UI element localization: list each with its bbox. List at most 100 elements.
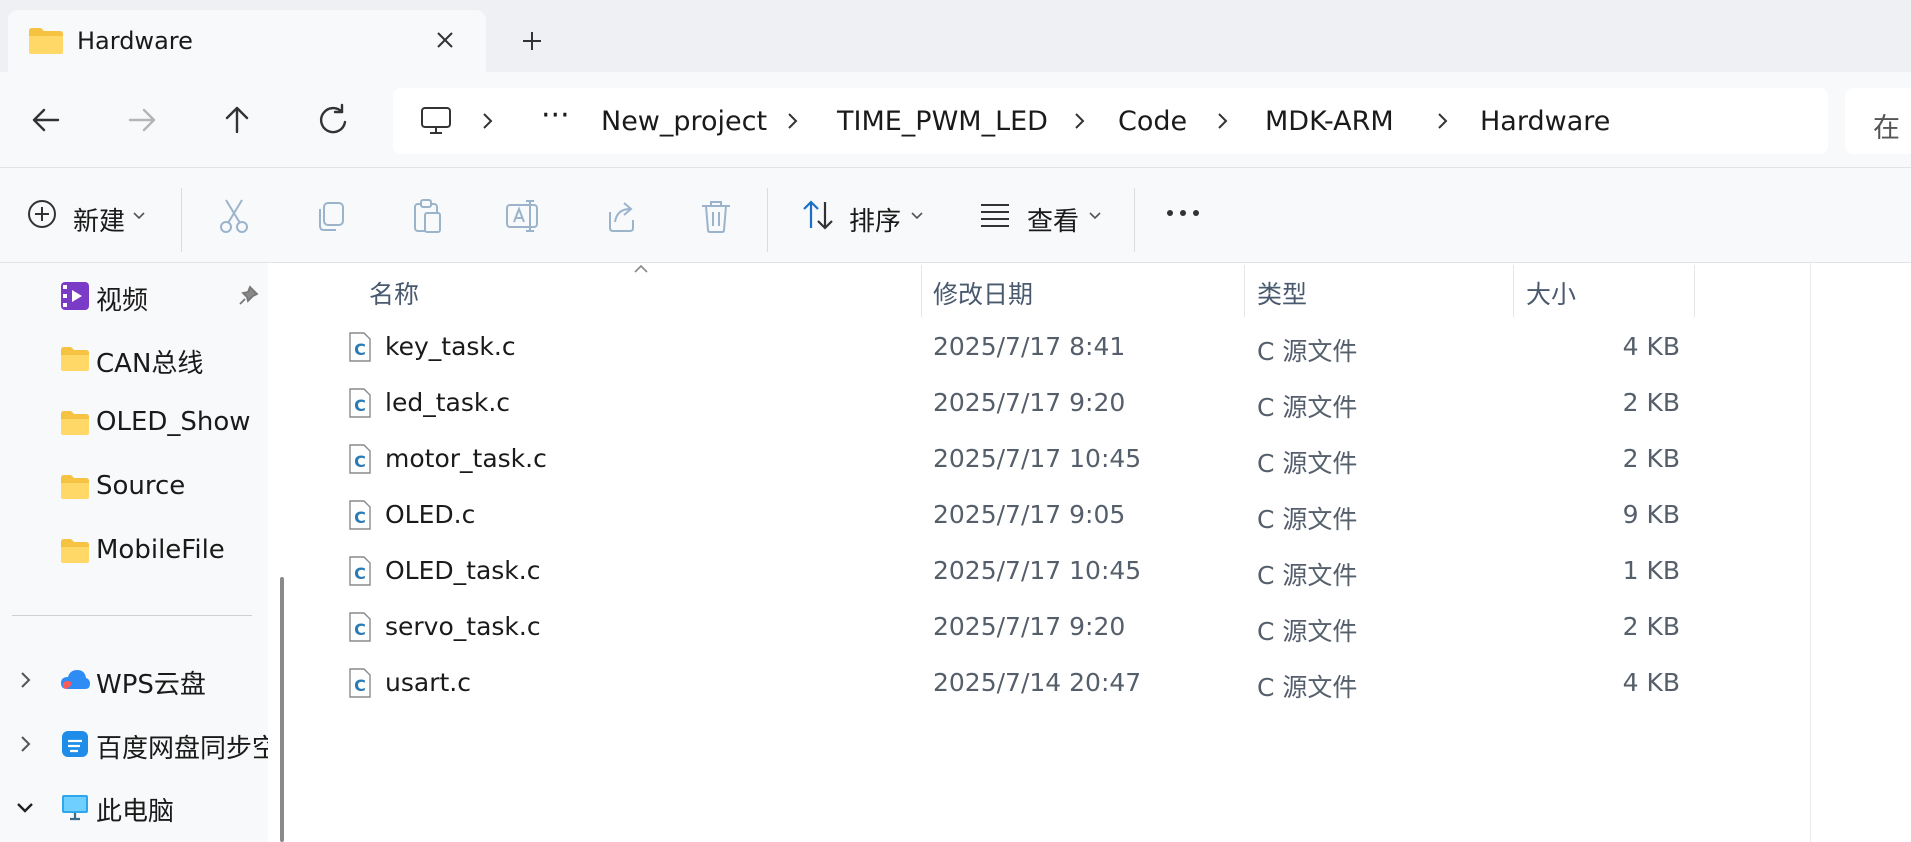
monitor-icon[interactable] — [419, 104, 453, 138]
sidebar-item-source[interactable]: Source — [0, 459, 268, 515]
file-name: motor_task.c — [385, 444, 547, 473]
file-type: C 源文件 — [1257, 673, 1358, 702]
column-type[interactable]: 类型 — [1257, 275, 1307, 311]
sidebar-item-baidu-sync[interactable]: 百度网盘同步空间 — [0, 716, 268, 772]
sort-ascending-icon — [634, 264, 648, 273]
file-modified: 2025/7/17 9:20 — [933, 612, 1126, 641]
more-options-icon[interactable] — [1165, 206, 1201, 220]
command-bar: 新建 排序 查看 — [0, 168, 1911, 263]
table-row[interactable]: C led_task.c 2025/7/17 9:20 C 源文件 2 KB — [302, 375, 1802, 431]
delete-icon[interactable] — [696, 196, 736, 236]
search-input[interactable]: 在 — [1845, 88, 1911, 154]
table-row[interactable]: C OLED.c 2025/7/17 9:05 C 源文件 9 KB — [302, 487, 1802, 543]
arrow-up-icon[interactable] — [215, 98, 259, 142]
share-icon[interactable] — [600, 196, 640, 236]
table-row[interactable]: C servo_task.c 2025/7/17 9:20 C 源文件 2 KB — [302, 599, 1802, 655]
tab-title: Hardware — [77, 27, 193, 55]
file-type: C 源文件 — [1257, 337, 1358, 366]
column-modified[interactable]: 修改日期 — [933, 275, 1033, 311]
column-divider[interactable] — [921, 265, 922, 317]
file-modified: 2025/7/14 20:47 — [933, 668, 1142, 697]
file-type: C 源文件 — [1257, 561, 1358, 590]
breadcrumb-overflow[interactable]: ··· — [541, 98, 570, 133]
c-file-icon: C — [349, 332, 371, 362]
pin-icon[interactable] — [236, 284, 260, 308]
file-list: 名称 修改日期 类型 大小 C key_task.c 2025/7/17 8:4… — [302, 263, 1911, 842]
column-divider[interactable] — [1244, 265, 1245, 317]
search-placeholder: 在 — [1873, 113, 1900, 144]
chevron-right-icon[interactable] — [1068, 110, 1090, 132]
chevron-right-icon[interactable] — [1431, 110, 1453, 132]
table-row[interactable]: C usart.c 2025/7/14 20:47 C 源文件 4 KB — [302, 655, 1802, 711]
sort-button[interactable]: 排序 — [792, 184, 927, 248]
breadcrumb-hardware[interactable]: Hardware — [1480, 106, 1610, 137]
sidebar-item-oled-show[interactable]: OLED_Show — [0, 395, 268, 451]
file-name: usart.c — [385, 668, 471, 697]
table-row[interactable]: C OLED_task.c 2025/7/17 10:45 C 源文件 1 KB — [302, 543, 1802, 599]
file-size: 9 KB — [1622, 500, 1680, 529]
sidebar-item-videos[interactable]: 视频 — [0, 268, 268, 324]
sidebar-item-label: CAN总线 — [96, 349, 204, 379]
paste-icon[interactable] — [407, 196, 447, 236]
rename-icon[interactable] — [503, 196, 543, 236]
file-size: 1 KB — [1622, 556, 1680, 585]
chevron-right-icon[interactable] — [476, 110, 498, 132]
view-button[interactable]: 查看 — [972, 184, 1107, 248]
chevron-right-icon[interactable] — [14, 669, 36, 691]
column-divider[interactable] — [1513, 265, 1514, 317]
cut-icon[interactable] — [214, 196, 254, 236]
chevron-right-icon[interactable] — [781, 110, 803, 132]
file-type: C 源文件 — [1257, 449, 1358, 478]
column-name[interactable]: 名称 — [369, 275, 419, 311]
column-size[interactable]: 大小 — [1526, 275, 1576, 311]
arrow-left-icon[interactable] — [24, 98, 68, 142]
svg-text:C: C — [354, 452, 366, 471]
chevron-right-icon[interactable] — [1211, 110, 1233, 132]
close-icon[interactable] — [428, 23, 462, 57]
cloud-icon — [61, 670, 90, 689]
file-modified: 2025/7/17 10:45 — [933, 556, 1142, 585]
file-modified: 2025/7/17 9:20 — [933, 388, 1126, 417]
sidebar-item-this-pc[interactable]: 此电脑 — [0, 779, 268, 835]
refresh-icon[interactable] — [311, 98, 355, 142]
new-button-label: 新建 — [73, 207, 126, 237]
folder-icon — [61, 475, 89, 499]
table-row[interactable]: C motor_task.c 2025/7/17 10:45 C 源文件 2 K… — [302, 431, 1802, 487]
sidebar-item-can[interactable]: CAN总线 — [0, 331, 268, 387]
view-list-icon — [981, 204, 1009, 227]
c-file-icon: C — [349, 444, 371, 474]
sidebar-item-label: 百度网盘同步空间 — [96, 734, 268, 764]
file-modified: 2025/7/17 9:05 — [933, 500, 1126, 529]
copy-icon[interactable] — [311, 196, 351, 236]
new-button[interactable]: 新建 — [18, 184, 158, 248]
folder-icon — [29, 28, 63, 54]
chevron-right-icon[interactable] — [14, 733, 36, 755]
column-boundary — [1810, 263, 1811, 842]
sidebar-item-label: WPS云盘 — [96, 670, 206, 700]
svg-text:C: C — [354, 340, 366, 359]
address-bar[interactable]: ··· New_project TIME_PWM_LED Code MDK-AR… — [393, 88, 1828, 154]
chevron-down-icon[interactable] — [14, 796, 36, 818]
sidebar-item-label: MobileFile — [96, 535, 225, 565]
sort-label: 排序 — [849, 207, 902, 237]
breadcrumb-new-project[interactable]: New_project — [601, 106, 767, 137]
sidebar-item-mobilefile[interactable]: MobileFile — [0, 523, 268, 579]
table-row[interactable]: C key_task.c 2025/7/17 8:41 C 源文件 4 KB — [302, 319, 1802, 375]
file-type: C 源文件 — [1257, 505, 1358, 534]
c-file-icon: C — [349, 500, 371, 530]
breadcrumb-code[interactable]: Code — [1118, 106, 1187, 137]
file-name: key_task.c — [385, 332, 516, 361]
tab-hardware[interactable]: Hardware — [8, 10, 486, 72]
sidebar-scrollbar[interactable] — [280, 577, 284, 842]
breadcrumb-time-pwm-led[interactable]: TIME_PWM_LED — [837, 106, 1048, 137]
c-file-icon: C — [349, 612, 371, 642]
breadcrumb-mdk-arm[interactable]: MDK-ARM — [1265, 106, 1394, 137]
sidebar-item-wps-cloud[interactable]: WPS云盘 — [0, 652, 268, 708]
column-divider[interactable] — [1694, 265, 1695, 317]
arrow-right-icon[interactable] — [120, 98, 164, 142]
file-size: 4 KB — [1622, 332, 1680, 361]
baidu-icon — [62, 731, 88, 757]
c-file-icon: C — [349, 668, 371, 698]
svg-text:C: C — [354, 620, 366, 639]
plus-icon[interactable] — [514, 23, 550, 59]
